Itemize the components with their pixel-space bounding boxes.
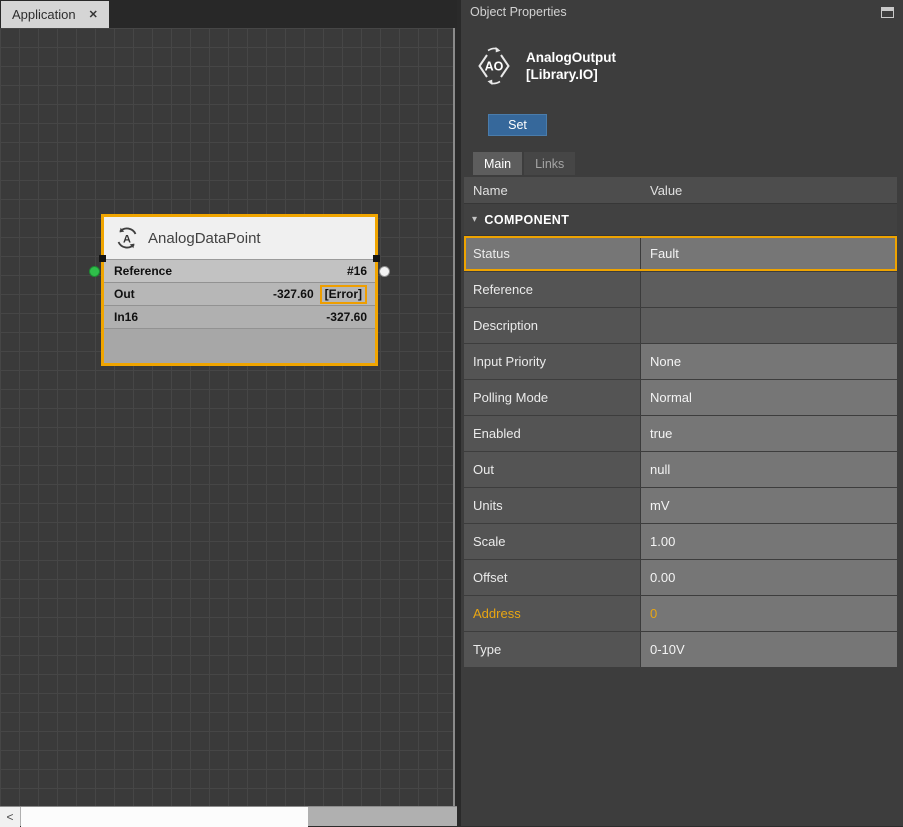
property-row-type[interactable]: Type 0-10V xyxy=(464,632,897,667)
svg-text:AO: AO xyxy=(485,60,504,74)
analog-point-icon: A xyxy=(115,226,139,250)
wiresheet-canvas[interactable]: A AnalogDataPoint Reference #16 Out -327… xyxy=(0,28,455,806)
section-component[interactable]: ▾ COMPONENT xyxy=(464,203,897,236)
section-label: COMPONENT xyxy=(484,213,569,227)
property-row-description[interactable]: Description xyxy=(464,308,897,343)
close-icon[interactable]: ✕ xyxy=(89,8,98,21)
property-grid: Name Value ▾ COMPONENT Status Fault Refe… xyxy=(464,177,897,667)
block-slot-name: Reference xyxy=(114,264,172,278)
section-expander-icon[interactable]: ▾ xyxy=(472,214,477,225)
svg-text:A: A xyxy=(123,234,131,246)
block-title: AnalogDataPoint xyxy=(148,230,261,247)
error-badge: [Error] xyxy=(320,285,367,304)
component-name: AnalogOutput xyxy=(526,49,616,66)
block-slot-value: -327.60 xyxy=(273,287,314,301)
input-port[interactable] xyxy=(89,266,100,277)
component-header: AO AnalogOutput [Library.IO] xyxy=(473,42,903,90)
selection-handle-left[interactable] xyxy=(99,255,106,262)
properties-tabs: Main Links xyxy=(473,152,903,175)
tab-application[interactable]: Application ✕ xyxy=(1,1,109,28)
property-row-status[interactable]: Status Fault xyxy=(464,236,897,271)
output-port[interactable] xyxy=(379,266,390,277)
horizontal-scrollbar-thumb[interactable] xyxy=(21,807,308,827)
tab-links[interactable]: Links xyxy=(524,152,575,175)
property-row-reference[interactable]: Reference xyxy=(464,272,897,307)
property-row-address[interactable]: Address 0 xyxy=(464,596,897,631)
block-slot-value: #16 xyxy=(347,264,367,278)
object-properties-panel: Object Properties AO AnalogOutput [Libra… xyxy=(461,0,903,826)
document-tabbar: Application ✕ xyxy=(0,0,457,28)
property-row-input-priority[interactable]: Input Priority None xyxy=(464,344,897,379)
property-row-offset[interactable]: Offset 0.00 xyxy=(464,560,897,595)
tab-label: Application xyxy=(12,7,76,22)
analog-output-icon: AO xyxy=(473,45,515,87)
component-library: [Library.IO] xyxy=(526,66,616,83)
selection-handle-right[interactable] xyxy=(373,255,380,262)
block-row-out[interactable]: Out -327.60 [Error] xyxy=(104,283,375,306)
property-row-enabled[interactable]: Enabled true xyxy=(464,416,897,451)
analog-datapoint-block[interactable]: A AnalogDataPoint Reference #16 Out -327… xyxy=(101,214,378,366)
column-header-value: Value xyxy=(641,183,682,198)
set-button[interactable]: Set xyxy=(488,114,547,136)
property-row-polling-mode[interactable]: Polling Mode Normal xyxy=(464,380,897,415)
scroll-left-icon: < xyxy=(6,810,13,824)
grid-header: Name Value xyxy=(464,177,897,203)
wiresheet-pane: Application ✕ A AnalogDataPoint Ref xyxy=(0,0,457,826)
scroll-left-button[interactable]: < xyxy=(0,807,20,827)
column-header-name: Name xyxy=(464,183,641,198)
dock-window-icon[interactable] xyxy=(881,7,894,18)
tab-main[interactable]: Main xyxy=(473,152,522,175)
panel-titlebar: Object Properties xyxy=(461,0,903,24)
block-row-reference[interactable]: Reference #16 xyxy=(104,260,375,283)
block-slot-name: In16 xyxy=(114,310,138,324)
property-row-units[interactable]: Units mV xyxy=(464,488,897,523)
block-body-filler xyxy=(104,329,375,363)
panel-title: Object Properties xyxy=(470,5,567,19)
horizontal-scrollbar[interactable]: < xyxy=(0,806,457,826)
block-slot-value: -327.60 xyxy=(326,310,367,324)
block-slot-name: Out xyxy=(114,287,135,301)
property-row-out[interactable]: Out null xyxy=(464,452,897,487)
block-header[interactable]: A AnalogDataPoint xyxy=(104,217,375,260)
block-row-in16[interactable]: In16 -327.60 xyxy=(104,306,375,329)
property-row-scale[interactable]: Scale 1.00 xyxy=(464,524,897,559)
